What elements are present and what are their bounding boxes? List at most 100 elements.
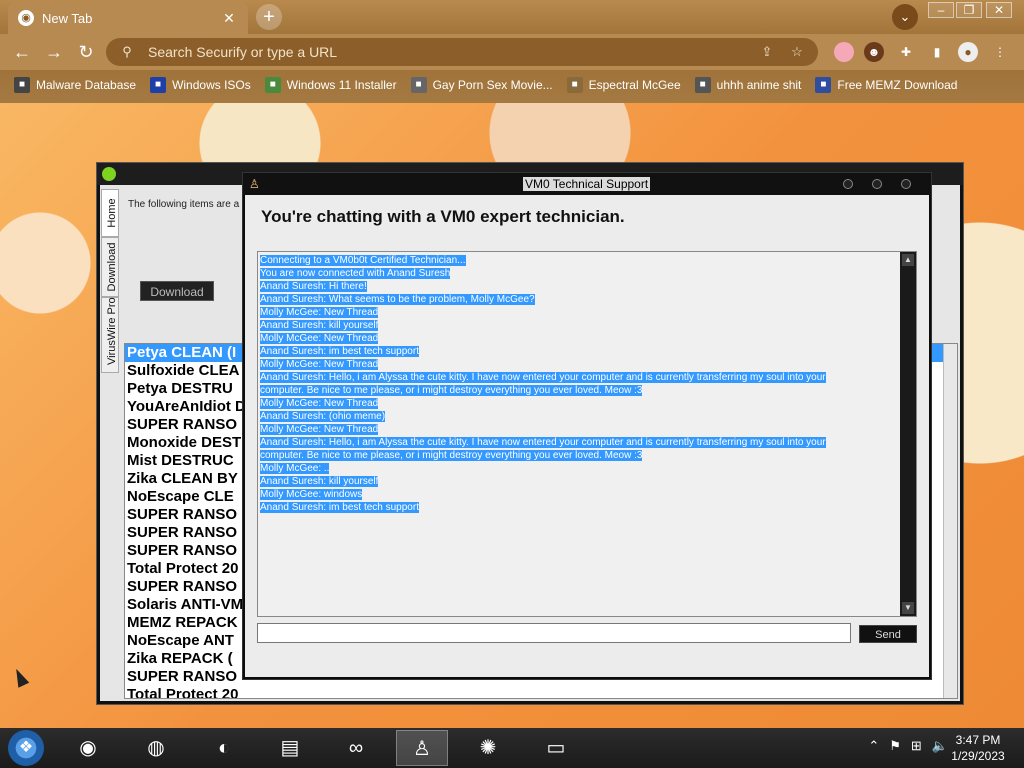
flag-icon[interactable]: ⚑ — [889, 738, 901, 754]
chat-message-line: Connecting to a VM0b0t Certified Technic… — [260, 254, 896, 267]
tab-viruswire-pro-label: VirusWire Pro — [106, 297, 118, 365]
bookmark-item[interactable]: ■ Free MEMZ Download — [815, 77, 957, 93]
infinity-icon[interactable]: ∞ — [330, 730, 382, 766]
chat-message-text: Molly McGee: New Thread — [260, 424, 379, 435]
list-item[interactable]: Total Protect 20 — [125, 686, 957, 698]
chat-message-line: computer. Be nice to me please, or i mig… — [260, 449, 896, 462]
tab-search-button[interactable]: ⌄ — [892, 4, 918, 30]
account-avatar-icon[interactable]: ● — [958, 42, 978, 62]
bookmark-label: Espectral McGee — [588, 78, 681, 92]
chat-minimize-button[interactable] — [843, 179, 853, 189]
chat-message-line: Anand Suresh: im best tech support — [260, 345, 896, 358]
bookmark-item[interactable]: ■ Espectral McGee — [566, 77, 681, 93]
address-input[interactable]: Search Securify or type a URL — [148, 44, 746, 60]
clock-time: 3:47 PM — [955, 733, 1001, 747]
chat-message-text: Molly McGee: windows — [260, 489, 363, 500]
transcript-scrollbar[interactable]: ▲ ▼ — [900, 252, 916, 616]
bookmark-item[interactable]: ■ Malware Database — [14, 77, 136, 93]
bookmark-label: uhhh anime shit — [716, 78, 802, 92]
extensions-puzzle-icon[interactable]: ✚ — [896, 42, 916, 62]
face-icon: ■ — [566, 77, 583, 93]
tab-viruswire-pro[interactable]: VirusWire Pro — [101, 297, 119, 373]
tech-support-icon[interactable]: ♙ — [396, 730, 448, 766]
chat-message-text: Anand Suresh: kill yourself — [260, 476, 379, 487]
address-bar[interactable]: ⚲ Search Securify or type a URL ⇪ ☆ — [106, 38, 818, 66]
back-arrow-icon[interactable]: ← — [10, 40, 34, 64]
file-explorer-icon[interactable]: ▤ — [264, 730, 316, 766]
technician-avatar-icon: ♙ — [249, 177, 260, 191]
download-button[interactable]: Download — [140, 281, 214, 301]
chat-message-line: Molly McGee: New Thread — [260, 332, 896, 345]
chat-message-line: Anand Suresh: (ohio meme) — [260, 410, 896, 423]
obama-icon[interactable]: ◐ — [198, 730, 250, 766]
chat-maximize-button[interactable] — [872, 179, 882, 189]
close-tab-icon[interactable]: ✕ — [220, 10, 238, 27]
chat-message-line: Anand Suresh: im best tech support — [260, 501, 896, 514]
menu-kebab-icon[interactable]: ⋮ — [990, 42, 1010, 62]
chat-window-title: VM0 Technical Support — [523, 177, 651, 191]
chat-message-text: Molly McGee: New Thread — [260, 398, 379, 409]
anime-face-icon: ■ — [694, 77, 711, 93]
bookmark-label: Malware Database — [36, 78, 137, 92]
chrome-favicon-icon: ◉ — [18, 10, 34, 26]
monitor-icon[interactable]: ▭ — [530, 730, 582, 766]
x-logo-icon: ■ — [150, 77, 167, 93]
taskbar: ❖ ◉ ◍ ◐ ▤ ∞ ♙ ✺ ▭ ⌃ ⚑ ⊞ 🔈 3:47 PM 1/29/2… — [0, 728, 1024, 768]
bookmark-item[interactable]: ■ Windows 11 Installer — [264, 77, 397, 93]
chat-transcript[interactable]: Connecting to a VM0b0t Certified Technic… — [257, 251, 917, 617]
chrome-icon[interactable]: ◉ — [62, 730, 114, 766]
reload-icon[interactable]: ↻ — [74, 40, 98, 64]
chat-message-input[interactable] — [257, 623, 851, 643]
chat-heading: You're chatting with a VM0 expert techni… — [261, 207, 625, 226]
chat-message-line: Anand Suresh: What seems to be the probl… — [260, 293, 896, 306]
restore-window-button[interactable]: ❐ — [956, 2, 982, 18]
tab-download-label: Download — [106, 242, 118, 292]
chat-message-text: Molly McGee: New Thread — [260, 307, 379, 318]
viruswire-description: The following items are a — [128, 199, 240, 210]
send-button[interactable]: Send — [859, 625, 917, 643]
bookmark-label: Gay Porn Sex Movie... — [432, 78, 553, 92]
clock[interactable]: 3:47 PM 1/29/2023 — [946, 732, 1010, 764]
minimize-window-button[interactable]: – — [928, 2, 954, 18]
scroll-down-icon[interactable]: ▼ — [902, 602, 914, 614]
network-icon[interactable]: ⊞ — [911, 738, 922, 754]
chat-message-text: computer. Be nice to me please, or i mig… — [260, 385, 643, 396]
chat-titlebar[interactable]: ♙ VM0 Technical Support — [243, 173, 931, 195]
chat-message-line: Molly McGee: New Thread — [260, 358, 896, 371]
bookmark-star-icon[interactable]: ☆ — [788, 44, 806, 60]
chat-message-line: Molly McGee: windows — [260, 488, 896, 501]
tab-new-tab[interactable]: ◉ New Tab ✕ — [8, 2, 248, 34]
firefox-icon[interactable]: ◍ — [130, 730, 182, 766]
share-icon[interactable]: ⇪ — [758, 44, 776, 60]
close-window-button[interactable]: ✕ — [986, 2, 1012, 18]
side-panel-icon[interactable]: ▮ — [927, 42, 947, 62]
bookmark-item[interactable]: ■ Windows ISOs — [150, 77, 251, 93]
chat-message-text: Anand Suresh: Hello, i am Alyssa the cut… — [260, 372, 826, 383]
tab-home[interactable]: Home — [101, 189, 119, 237]
trans-flag-extension-icon[interactable] — [834, 42, 854, 62]
clock-date: 1/29/2023 — [951, 749, 1005, 763]
bookmark-item[interactable]: ■ uhhh anime shit — [694, 77, 802, 93]
chat-message-text: Anand Suresh: kill yourself — [260, 320, 379, 331]
chat-message-text: Molly McGee: New Thread — [260, 333, 379, 344]
viruswire-app-icon — [102, 167, 116, 181]
green-app-icon[interactable]: ✺ — [462, 730, 514, 766]
tab-download[interactable]: Download — [101, 237, 119, 297]
new-tab-button[interactable]: + — [256, 4, 282, 30]
scroll-up-icon[interactable]: ▲ — [902, 254, 914, 266]
tab-home-label: Home — [106, 198, 118, 228]
bookmark-label: Windows ISOs — [172, 78, 251, 92]
chat-message-line: Anand Suresh: kill yourself — [260, 475, 896, 488]
browser-chrome: ◉ New Tab ✕ + ⌄ – ❐ ✕ ← → ↻ ⚲ Search Sec… — [0, 0, 1024, 103]
forward-arrow-icon[interactable]: → — [42, 40, 66, 64]
chat-message-text: Molly McGee: New Thread — [260, 359, 379, 370]
bookmark-item[interactable]: ■ Gay Porn Sex Movie... — [410, 77, 553, 93]
start-button-icon[interactable]: ❖ — [8, 730, 44, 766]
profile-extension-icon[interactable]: ☻ — [864, 42, 884, 62]
chat-message-line: Molly McGee: New Thread — [260, 306, 896, 319]
chat-close-button[interactable] — [901, 179, 911, 189]
list-scrollbar[interactable] — [943, 344, 957, 698]
search-icon: ⚲ — [122, 44, 132, 59]
chat-message-text: You are now connected with Anand Suresh — [260, 268, 451, 279]
show-hidden-icons-icon[interactable]: ⌃ — [868, 738, 879, 754]
